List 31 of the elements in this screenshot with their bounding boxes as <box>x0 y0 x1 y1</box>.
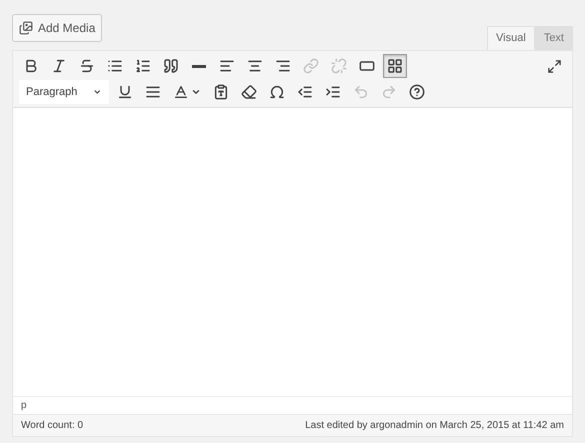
caret-icon <box>191 87 201 97</box>
link-icon <box>303 58 319 74</box>
outdent-icon <box>297 84 313 100</box>
bulleted-list-icon <box>107 58 123 74</box>
media-icon <box>19 21 33 35</box>
strikethrough-icon <box>79 58 95 74</box>
align-left-icon <box>219 58 235 74</box>
eraser-icon <box>241 84 257 100</box>
last-edited-text: Last edited by argonadmin on March 25, 2015 at 11:42 am <box>305 419 564 433</box>
quote-icon <box>163 58 179 74</box>
editor-tab[interactable]: Visual <box>487 26 535 50</box>
fullscreen-icon <box>546 58 562 74</box>
omega-icon <box>269 84 285 100</box>
toolbar-button[interactable] <box>383 54 407 78</box>
paste-text-icon <box>213 84 229 100</box>
word-count: Word count: 0 <box>21 419 84 433</box>
redo-icon <box>381 84 397 100</box>
help-icon <box>409 84 425 100</box>
align-right-icon <box>275 58 291 74</box>
justify-icon <box>145 84 161 100</box>
italic-icon <box>51 58 67 74</box>
undo-icon <box>353 84 369 100</box>
numbered-list-icon <box>135 58 151 74</box>
indent-icon <box>325 84 341 100</box>
text-color-icon <box>173 84 189 100</box>
paragraph-select[interactable]: Paragraph <box>19 80 109 104</box>
element-path[interactable]: p <box>21 398 27 413</box>
align-center-icon <box>247 58 263 74</box>
unlink-icon <box>331 58 347 74</box>
add-media-button[interactable]: Add Media <box>12 14 102 42</box>
underline-icon <box>117 84 133 100</box>
